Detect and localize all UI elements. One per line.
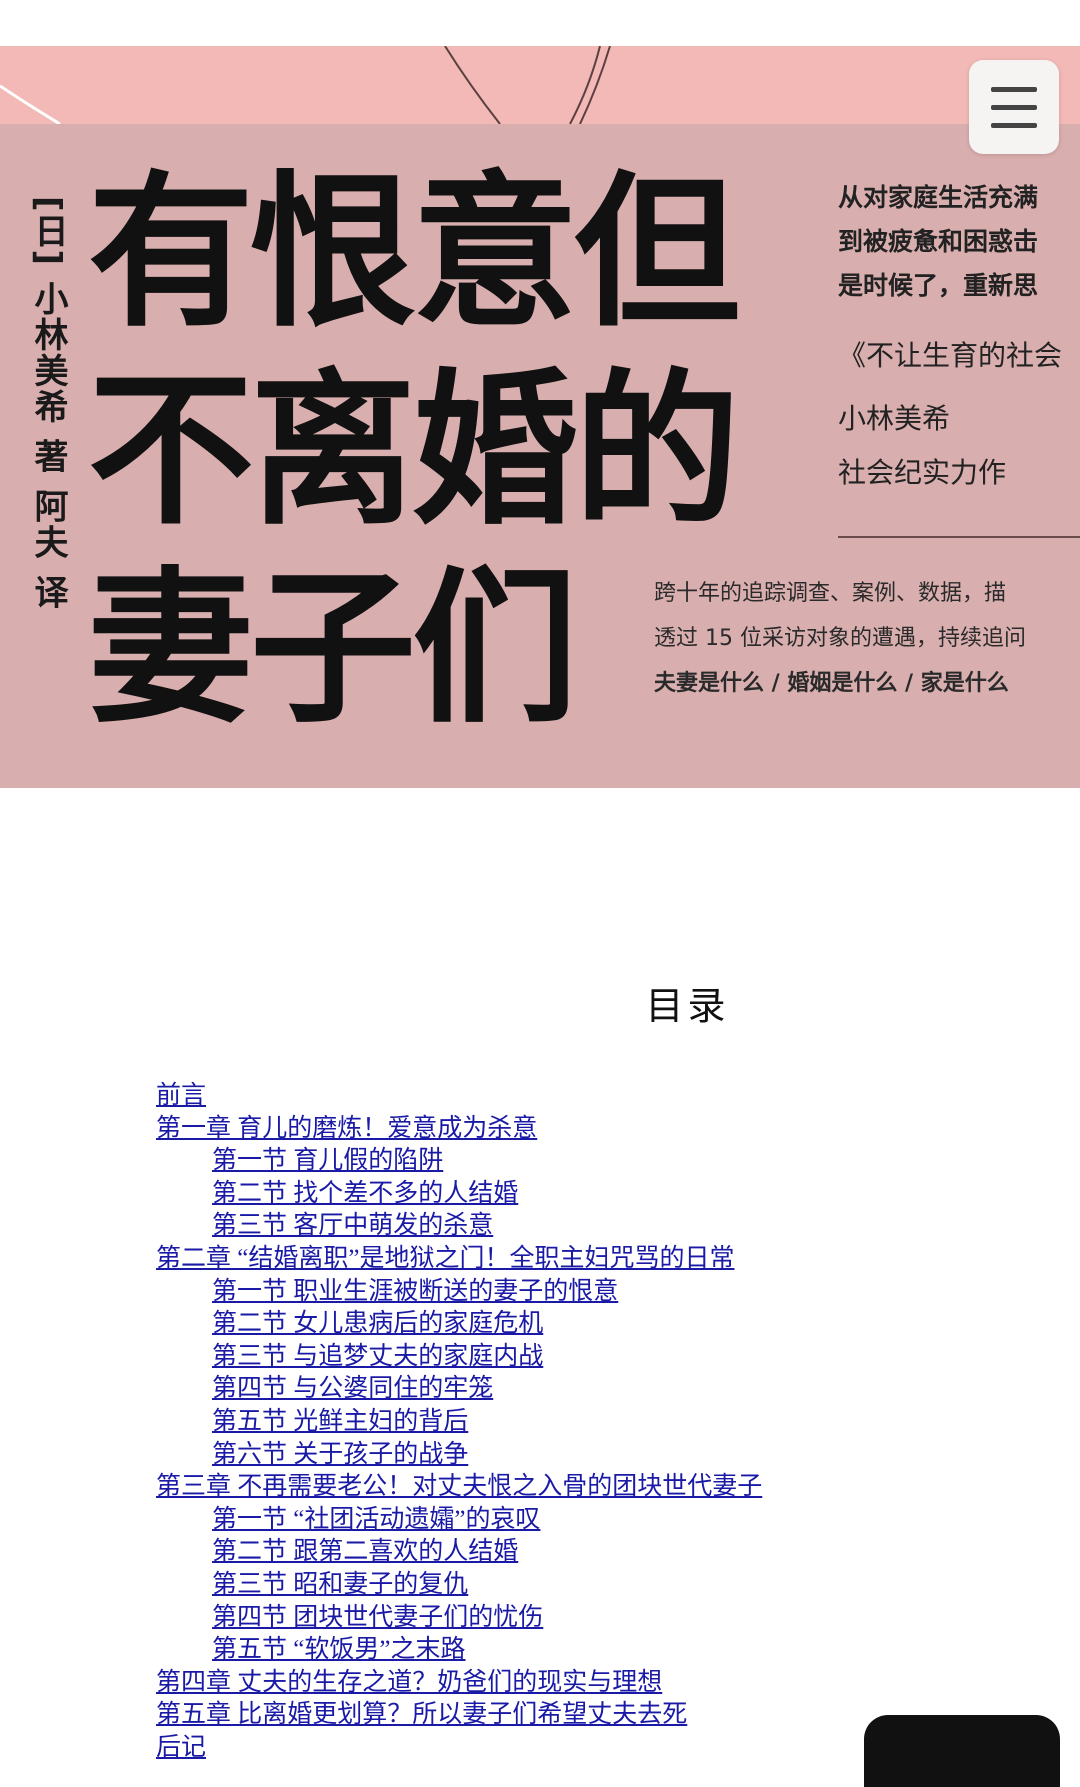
toc-section-link[interactable]: 第二节 跟第二喜欢的人结婚 [156,1536,762,1569]
cover-description: 跨十年的追踪调查、案例、数据，描 透过 15 位采访对象的遭遇，持续追问 夫妻是… [654,571,1026,706]
cover-title: 有恨意但 不离婚的 妻子们 [88,154,740,748]
cover-slogan: 从对家庭生活充满 到被疲惫和困惑击 是时候了，重新思 [838,176,1080,308]
toc-chapter-link[interactable]: 第二章 “结婚离职”是地狱之门！全职主妇咒骂的日常 [156,1243,762,1276]
toc-section-link[interactable]: 第六节 关于孩子的战争 [156,1439,762,1472]
toc-section-link[interactable]: 第五节 “软饭男”之末路 [156,1634,762,1667]
cover-slogan-line: 是时候了，重新思 [838,271,1039,300]
cover-top-band [0,46,1080,124]
toc-section-link[interactable]: 第一节 “社团活动遗孀”的哀叹 [156,1504,762,1537]
cover-description-line: 跨十年的追踪调查、案例、数据，描 [654,581,1007,606]
toc-chapter-link[interactable]: 后记 [156,1732,762,1765]
toc-chapter-link[interactable]: 第一章 育儿的磨炼！爱意成为杀意 [156,1113,762,1146]
table-of-contents: 前言 第一章 育儿的磨炼！爱意成为杀意 第一节 育儿假的陷阱 第二节 找个差不多的人结… [156,1080,762,1764]
cover-right-column: 从对家庭生活充满 到被疲惫和困惑击 是时候了，重新思 《不让生育的社会 小林美希… [838,176,1080,500]
toc-section-link[interactable]: 第三节 客厅中萌发的杀意 [156,1210,762,1243]
toc-section-link[interactable]: 第五节 光鲜主妇的背后 [156,1406,762,1439]
cover-description-line: 透过 15 位采访对象的遭遇，持续追问 [654,626,1026,651]
toc-chapter-link[interactable]: 前言 [156,1080,762,1113]
cover-series: 《不让生育的社会 [838,339,1063,372]
cover-divider [838,536,1080,538]
toc-section-link[interactable]: 第一节 职业生涯被断送的妻子的恨意 [156,1276,762,1309]
menu-button[interactable] [969,60,1059,154]
toc-title: 目录 [645,986,730,1028]
hamburger-menu-icon-bar [991,123,1037,128]
cover-title-line: 有恨意但 [88,157,740,350]
toc-section-link[interactable]: 第三节 昭和妻子的复仇 [156,1569,762,1602]
hamburger-menu-icon [991,87,1037,92]
toc-chapter-link[interactable]: 第五章 比离婚更划算？所以妻子们希望丈夫去死 [156,1699,762,1732]
cover-title-line: 不离婚的 [88,355,740,548]
floating-action-pill[interactable] [864,1715,1060,1787]
toc-section-link[interactable]: 第四节 与公婆同住的牢笼 [156,1373,762,1406]
cover-decoration [0,46,611,124]
cover-slogan-line: 到被疲惫和困惑击 [838,227,1039,256]
toc-section-link[interactable]: 第三节 与追梦丈夫的家庭内战 [156,1341,762,1374]
cover-description-line: 夫妻是什么 / 婚姻是什么 / 家是什么 [654,671,1009,696]
cover-author-name-text: 小林美希 [838,402,951,435]
toc-section-link[interactable]: 第二节 女儿患病后的家庭危机 [156,1308,762,1341]
book-cover-image: [日] 小林美希 著 阿夫 译 有恨意但 不离婚的 妻子们 从对家庭生活充满 到… [0,46,1080,788]
page: [日] 小林美希 著 阿夫 译 有恨意但 不离婚的 妻子们 从对家庭生活充满 到… [0,0,1080,1787]
toc-chapter-link[interactable]: 第三章 不再需要老公！对丈夫恨之入骨的团块世代妻子 [156,1471,762,1504]
toc-section-link[interactable]: 第四节 团块世代妻子们的忧伤 [156,1602,762,1635]
cover-author-vertical: [日] 小林美希 著 阿夫 译 [28,196,68,611]
toc-section-link[interactable]: 第一节 育儿假的陷阱 [156,1145,762,1178]
cover-subtitle: 社会纪实力作 [838,456,1007,489]
cover-slogan-line: 从对家庭生活充满 [838,183,1039,212]
cover-author-name: 小林美希 社会纪实力作 [838,392,1080,500]
toc-chapter-link[interactable]: 第四章 丈夫的生存之道？奶爸们的现实与理想 [156,1667,762,1700]
cover-title-line: 妻子们 [88,553,578,746]
hamburger-menu-icon-bar [991,105,1037,110]
toc-section-link[interactable]: 第二节 找个差不多的人结婚 [156,1178,762,1211]
